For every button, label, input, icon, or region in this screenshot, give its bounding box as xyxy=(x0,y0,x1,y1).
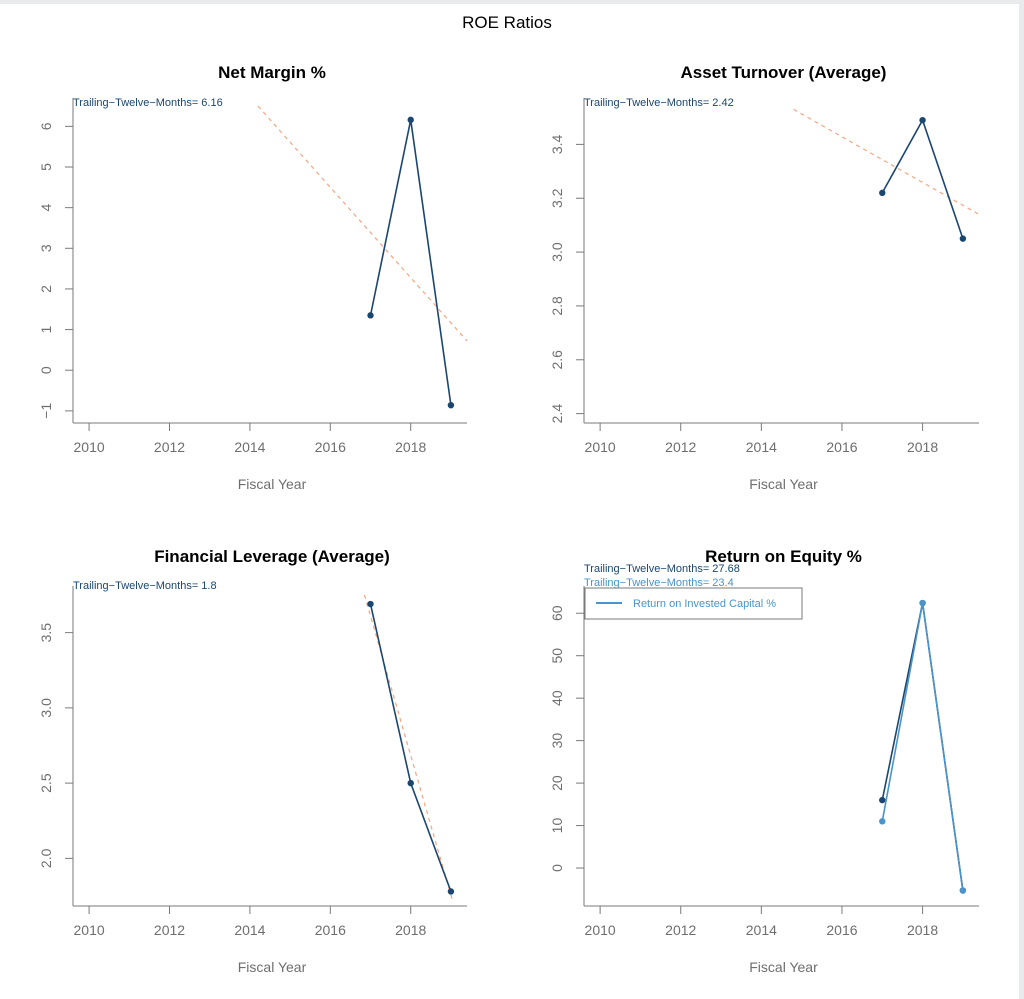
y-tick-label: 1 xyxy=(38,325,54,333)
panel-financial-leverage: Financial Leverage (Average) Trailing−Twe… xyxy=(38,547,467,975)
series-line-1 xyxy=(881,602,964,891)
data-point xyxy=(367,600,374,608)
x-tick-label: 2010 xyxy=(74,922,105,938)
chart-canvas: ROE Ratios Net Margin % Trailing−Twelve−M… xyxy=(0,4,1019,999)
trend-line xyxy=(793,108,980,215)
x-tick-label: 2012 xyxy=(154,922,185,938)
series-line-0 xyxy=(881,602,964,891)
y-tick-label: 2.5 xyxy=(38,773,54,793)
data-point xyxy=(447,888,455,895)
series-line-0 xyxy=(881,118,964,239)
x-tick-label: 2014 xyxy=(234,439,265,455)
data-point xyxy=(919,116,926,124)
data-point xyxy=(959,235,967,242)
y-tick-label: 5 xyxy=(38,163,54,171)
data-point xyxy=(407,779,414,787)
y-tick-label: −1 xyxy=(38,403,54,419)
x-tick-label: 2012 xyxy=(154,439,185,455)
data-point xyxy=(407,116,414,124)
ttm-annotation: Trailing−Twelve−Months= 6.16 xyxy=(73,97,223,109)
y-tick-label: 2.8 xyxy=(549,296,565,316)
x-axis-label: Fiscal Year xyxy=(238,476,307,492)
y-tick-label: 0 xyxy=(549,864,565,872)
y-tick-label: 10 xyxy=(549,818,565,834)
x-axis-label: Fiscal Year xyxy=(749,959,818,975)
data-point xyxy=(447,401,455,409)
x-tick-label: 2016 xyxy=(826,439,857,455)
data-point xyxy=(879,818,886,825)
series-line-0 xyxy=(369,119,452,406)
y-tick-label: 50 xyxy=(549,648,565,664)
y-tick-label: 30 xyxy=(549,733,565,749)
x-tick-label: 2018 xyxy=(907,922,938,938)
y-tick-label: 4 xyxy=(38,204,54,212)
ttm-annotation: Trailing−Twelve−Months= 27.68 xyxy=(584,563,740,575)
trend-line xyxy=(257,105,468,342)
y-tick-label: 20 xyxy=(549,775,565,791)
panel-title: Net Margin % xyxy=(218,63,326,82)
data-point xyxy=(879,796,886,804)
x-tick-label: 2010 xyxy=(585,439,616,455)
x-tick-label: 2010 xyxy=(585,922,616,938)
legend-label: Return on Invested Capital % xyxy=(633,598,776,610)
x-axis-label: Fiscal Year xyxy=(238,959,307,975)
y-tick-label: 40 xyxy=(549,690,565,706)
x-tick-label: 2018 xyxy=(395,439,426,455)
x-tick-label: 2012 xyxy=(665,439,696,455)
ttm-annotation: Trailing−Twelve−Months= 23.4 xyxy=(584,577,734,589)
panel-title: Asset Turnover (Average) xyxy=(681,63,887,82)
x-tick-label: 2012 xyxy=(665,922,696,938)
data-point xyxy=(879,189,886,197)
y-tick-label: 2 xyxy=(38,285,54,293)
panel-title: Financial Leverage (Average) xyxy=(154,547,390,566)
data-point xyxy=(367,312,374,319)
figure-title: ROE Ratios xyxy=(462,13,552,32)
panel-net-margin: Net Margin % Trailing−Twelve−Months= 6.16… xyxy=(38,63,468,492)
x-tick-label: 2014 xyxy=(746,922,777,938)
data-point xyxy=(959,887,967,894)
x-tick-label: 2016 xyxy=(826,922,857,938)
x-tick-label: 2010 xyxy=(74,439,105,455)
y-tick-label: 3 xyxy=(38,244,54,252)
trend-line xyxy=(363,594,454,903)
y-tick-label: 3.5 xyxy=(38,623,54,643)
panel-return-on-equity: Return on Equity %Trailing−Twelve−Months… xyxy=(549,547,979,975)
x-tick-label: 2016 xyxy=(315,922,346,938)
x-axis-label: Fiscal Year xyxy=(749,476,818,492)
y-tick-label: 3.0 xyxy=(38,698,54,718)
x-tick-label: 2018 xyxy=(907,439,938,455)
y-tick-label: 6 xyxy=(38,122,54,130)
y-tick-label: 2.6 xyxy=(549,350,565,370)
y-tick-label: 2.4 xyxy=(549,404,565,424)
y-tick-label: 3.4 xyxy=(549,134,565,154)
series-line-0 xyxy=(369,603,452,892)
legend: Return on Invested Capital % xyxy=(584,587,803,620)
x-tick-label: 2014 xyxy=(234,922,265,938)
panel-asset-turnover: Asset Turnover (Average) Trailing−Twelve−… xyxy=(549,63,980,492)
y-tick-label: 3.0 xyxy=(549,242,565,262)
ttm-annotation: Trailing−Twelve−Months= 2.42 xyxy=(584,97,734,109)
x-tick-label: 2014 xyxy=(746,439,777,455)
y-tick-label: 0 xyxy=(38,366,54,374)
y-tick-label: 60 xyxy=(549,605,565,621)
y-tick-label: 3.2 xyxy=(549,188,565,208)
x-tick-label: 2016 xyxy=(315,439,346,455)
y-tick-label: 2.0 xyxy=(38,848,54,868)
ttm-annotation: Trailing−Twelve−Months= 1.8 xyxy=(73,580,217,592)
data-point xyxy=(919,599,926,607)
roe-ratios-figure: ROE Ratios Net Margin % Trailing−Twelve−M… xyxy=(38,13,980,975)
x-tick-label: 2018 xyxy=(395,922,426,938)
